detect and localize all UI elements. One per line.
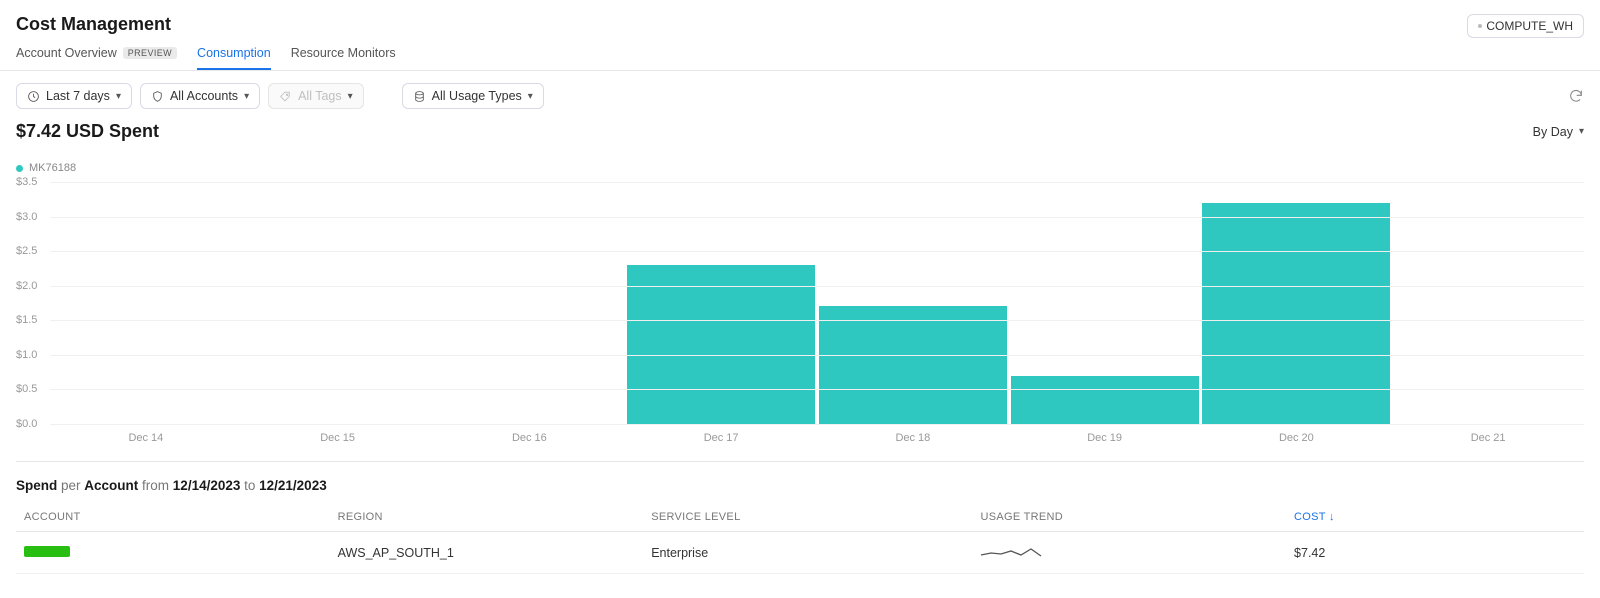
- x-tick-label: Dec 21: [1392, 426, 1584, 452]
- y-tick-label: $0.5: [16, 383, 46, 395]
- tags-filter: All Tags ▾: [268, 83, 364, 109]
- cell-cost: $7.42: [1286, 532, 1584, 574]
- y-tick-label: $2.0: [16, 280, 46, 292]
- gridline: [50, 320, 1584, 321]
- x-tick-label: Dec 17: [625, 426, 817, 452]
- section-per: per: [57, 478, 84, 493]
- granularity-selector[interactable]: By Day ▾: [1533, 125, 1584, 139]
- spend-table: ACCOUNT REGION SERVICE LEVEL USAGE TREND…: [16, 503, 1584, 574]
- sparkline-icon: [980, 542, 1046, 560]
- tabs: Account Overview PREVIEW Consumption Res…: [0, 42, 1600, 71]
- bar-slot: [1009, 182, 1201, 424]
- cell-usage-trend: [972, 532, 1286, 574]
- tab-account-overview[interactable]: Account Overview PREVIEW: [16, 46, 177, 70]
- chart-legend: MK76188: [0, 146, 1600, 178]
- cell-service-level: Enterprise: [643, 532, 972, 574]
- bar-slot: [1392, 182, 1584, 424]
- section-date-from: 12/14/2023: [173, 478, 241, 493]
- gridline: [50, 217, 1584, 218]
- granularity-label: By Day: [1533, 125, 1573, 139]
- tab-label: Resource Monitors: [291, 46, 396, 60]
- clock-icon: [27, 90, 40, 103]
- tab-consumption[interactable]: Consumption: [197, 46, 271, 70]
- date-range-filter[interactable]: Last 7 days ▾: [16, 83, 132, 109]
- preview-badge: PREVIEW: [123, 47, 177, 59]
- x-tick-label: Dec 15: [242, 426, 434, 452]
- th-service-level[interactable]: SERVICE LEVEL: [643, 503, 972, 532]
- th-cost-label: COST: [1294, 511, 1326, 523]
- gridline: [50, 182, 1584, 183]
- th-region[interactable]: REGION: [330, 503, 644, 532]
- table-row[interactable]: AWS_AP_SOUTH_1 Enterprise $7.42: [16, 532, 1584, 574]
- section-date-to: 12/21/2023: [259, 478, 327, 493]
- filters-bar: Last 7 days ▾ All Accounts ▾ All Tags ▾ …: [0, 71, 1600, 121]
- th-cost[interactable]: COST ↓: [1286, 503, 1584, 532]
- total-spent: $7.42 USD Spent: [16, 121, 159, 142]
- x-tick-label: Dec 20: [1201, 426, 1393, 452]
- gridline: [50, 286, 1584, 287]
- th-usage-trend[interactable]: USAGE TREND: [972, 503, 1286, 532]
- database-icon: [413, 90, 426, 103]
- gridline: [50, 251, 1584, 252]
- tab-label: Account Overview: [16, 46, 117, 60]
- refresh-button[interactable]: [1568, 87, 1584, 105]
- bar-slot: [434, 182, 626, 424]
- y-tick-label: $3.0: [16, 211, 46, 223]
- y-tick-label: $1.5: [16, 314, 46, 326]
- x-tick-label: Dec 14: [50, 426, 242, 452]
- y-tick-label: $2.5: [16, 245, 46, 257]
- chevron-down-icon: ▾: [116, 91, 121, 102]
- x-tick-label: Dec 19: [1009, 426, 1201, 452]
- bar-slot: [1201, 182, 1393, 424]
- legend-dot-icon: [16, 165, 23, 172]
- bar[interactable]: [1011, 376, 1199, 424]
- bar-slot: [242, 182, 434, 424]
- chevron-down-icon: ▾: [244, 91, 249, 102]
- tab-label: Consumption: [197, 46, 271, 60]
- y-tick-label: $1.0: [16, 349, 46, 361]
- gridline: [50, 424, 1584, 425]
- section-entity: Account: [84, 478, 138, 493]
- th-account[interactable]: ACCOUNT: [16, 503, 330, 532]
- bar-slot: [50, 182, 242, 424]
- section-to: to: [240, 478, 259, 493]
- bar-slot: [817, 182, 1009, 424]
- shield-icon: [151, 90, 164, 103]
- warehouse-selector-button[interactable]: COMPUTE_WH: [1467, 14, 1584, 38]
- bar[interactable]: [819, 306, 1007, 424]
- y-tick-label: $0.0: [16, 418, 46, 430]
- usage-types-filter[interactable]: All Usage Types ▾: [402, 83, 544, 109]
- bar-slot: [625, 182, 817, 424]
- cell-account: [16, 532, 330, 574]
- x-tick-label: Dec 18: [817, 426, 1009, 452]
- chevron-down-icon: ▾: [528, 91, 533, 102]
- section-prefix: Spend: [16, 478, 57, 493]
- section-from: from: [138, 478, 173, 493]
- consumption-chart: Dec 14Dec 15Dec 16Dec 17Dec 18Dec 19Dec …: [16, 182, 1584, 452]
- chevron-down-icon: ▾: [1579, 126, 1584, 137]
- section-title: Spend per Account from 12/14/2023 to 12/…: [0, 452, 1600, 503]
- gridline: [50, 389, 1584, 390]
- bar[interactable]: [1202, 203, 1390, 424]
- status-dot-icon: [1478, 24, 1482, 28]
- y-tick-label: $3.5: [16, 176, 46, 188]
- tab-resource-monitors[interactable]: Resource Monitors: [291, 46, 396, 70]
- gridline: [50, 355, 1584, 356]
- page-title: Cost Management: [16, 14, 171, 35]
- account-chip: [24, 546, 70, 557]
- cell-region: AWS_AP_SOUTH_1: [330, 532, 644, 574]
- accounts-filter[interactable]: All Accounts ▾: [140, 83, 260, 109]
- legend-series-label: MK76188: [29, 162, 76, 174]
- bar[interactable]: [627, 265, 815, 424]
- sort-down-icon: ↓: [1329, 511, 1335, 523]
- chevron-down-icon: ▾: [348, 91, 353, 102]
- tags-filter-label: All Tags: [298, 89, 342, 103]
- x-tick-label: Dec 16: [434, 426, 626, 452]
- accounts-filter-label: All Accounts: [170, 89, 238, 103]
- tag-icon: [279, 90, 292, 103]
- refresh-icon: [1568, 88, 1584, 104]
- usage-types-label: All Usage Types: [432, 89, 522, 103]
- warehouse-selector-label: COMPUTE_WH: [1486, 19, 1573, 33]
- date-range-label: Last 7 days: [46, 89, 110, 103]
